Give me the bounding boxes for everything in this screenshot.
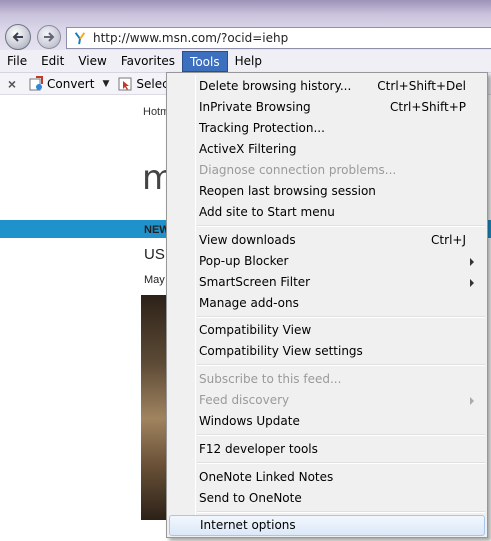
menu-separator — [197, 511, 485, 513]
menu-item-popup-blocker[interactable]: Pop-up Blocker — [169, 251, 485, 272]
menu-item-send-to-onenote[interactable]: Send to OneNote — [169, 488, 485, 509]
menu-item-shortcut: Ctrl+J — [431, 233, 466, 247]
menu-item-feed-discovery: Feed discovery — [169, 390, 485, 411]
back-button[interactable] — [5, 24, 31, 50]
convert-pdf-icon — [29, 75, 43, 90]
arrow-left-icon — [12, 32, 23, 42]
menu-item-label: Add site to Start menu — [199, 205, 335, 219]
menu-item-label: F12 developer tools — [199, 442, 318, 456]
date-text: May — [144, 274, 165, 286]
arrow-right-icon — [44, 32, 55, 42]
menu-item-view-downloads[interactable]: View downloads Ctrl+J — [169, 230, 485, 251]
menu-item-label: Send to OneNote — [199, 491, 302, 505]
menu-favorites[interactable]: Favorites — [114, 51, 182, 72]
menu-item-inprivate[interactable]: InPrivate Browsing Ctrl+Shift+P — [169, 97, 485, 118]
menu-item-label: View downloads — [199, 233, 296, 247]
menu-item-label: Tracking Protection... — [199, 121, 325, 135]
menu-item-smartscreen[interactable]: SmartScreen Filter — [169, 272, 485, 293]
menu-help[interactable]: Help — [228, 51, 269, 72]
menu-item-label: Reopen last browsing session — [199, 184, 376, 198]
menu-item-label: OneNote Linked Notes — [199, 470, 334, 484]
menu-item-windows-update[interactable]: Windows Update — [169, 411, 485, 432]
menu-separator — [197, 225, 485, 227]
menu-item-label: Diagnose connection problems... — [199, 163, 397, 177]
browser-titlebar: http://www.msn.com/?ocid=iehp — [0, 0, 491, 50]
menu-item-diagnose: Diagnose connection problems... — [169, 160, 485, 181]
menu-item-label: Compatibility View settings — [199, 344, 363, 358]
menu-item-shortcut: Ctrl+Shift+Del — [377, 79, 466, 93]
msn-butterfly-icon — [71, 29, 89, 47]
select-button[interactable]: Select — [117, 76, 173, 92]
section-heading: US — [144, 246, 165, 263]
menu-item-label: SmartScreen Filter — [199, 275, 311, 289]
submenu-arrow-icon — [470, 258, 474, 266]
menu-bar: File Edit View Favorites Tools Help — [0, 50, 491, 73]
submenu-arrow-icon — [470, 397, 474, 405]
menu-separator — [197, 434, 485, 436]
menu-item-add-to-start[interactable]: Add site to Start menu — [169, 202, 485, 223]
menu-item-tracking-protection[interactable]: Tracking Protection... — [169, 118, 485, 139]
menu-item-label: ActiveX Filtering — [199, 142, 297, 156]
forward-button[interactable] — [37, 25, 61, 49]
select-icon — [118, 77, 132, 90]
menu-item-label: Internet options — [200, 518, 296, 532]
menu-item-manage-addons[interactable]: Manage add-ons — [169, 293, 485, 314]
menu-item-compat-settings[interactable]: Compatibility View settings — [169, 341, 485, 362]
menu-item-delete-history[interactable]: Delete browsing history... Ctrl+Shift+De… — [169, 76, 485, 97]
tools-menu: Delete browsing history... Ctrl+Shift+De… — [166, 72, 488, 538]
menu-item-label: Compatibility View — [199, 323, 312, 337]
menu-item-subscribe-feed: Subscribe to this feed... — [169, 369, 485, 390]
address-bar[interactable]: http://www.msn.com/?ocid=iehp — [66, 27, 491, 49]
menu-view[interactable]: View — [71, 51, 113, 72]
menu-item-activex-filtering[interactable]: ActiveX Filtering — [169, 139, 485, 160]
menu-item-f12-tools[interactable]: F12 developer tools — [169, 439, 485, 460]
menu-edit[interactable]: Edit — [34, 51, 71, 72]
menu-item-label: Subscribe to this feed... — [199, 372, 342, 386]
convert-label: Convert — [47, 76, 95, 91]
menu-separator — [197, 462, 485, 464]
menu-item-reopen-session[interactable]: Reopen last browsing session — [169, 181, 485, 202]
menu-item-label: Pop-up Blocker — [199, 254, 289, 268]
menu-item-compat-view[interactable]: Compatibility View — [169, 320, 485, 341]
menu-file[interactable]: File — [0, 51, 34, 72]
menu-separator — [197, 316, 485, 318]
menu-item-label: Feed discovery — [199, 393, 290, 407]
menu-item-label: Manage add-ons — [199, 296, 299, 310]
menu-item-onenote-linked[interactable]: OneNote Linked Notes — [169, 467, 485, 488]
submenu-arrow-icon — [470, 279, 474, 287]
menu-tools[interactable]: Tools — [182, 50, 228, 72]
menu-item-label: Delete browsing history... — [199, 79, 352, 93]
address-url[interactable]: http://www.msn.com/?ocid=iehp — [93, 31, 288, 45]
menu-item-internet-options[interactable]: Internet options — [169, 515, 485, 536]
menu-item-label: InPrivate Browsing — [199, 100, 311, 114]
close-toolbar-icon[interactable]: × — [0, 76, 24, 92]
menu-item-shortcut: Ctrl+Shift+P — [390, 100, 466, 114]
menu-item-label: Windows Update — [199, 414, 300, 428]
chevron-down-icon[interactable]: ▼ — [102, 79, 109, 89]
convert-button[interactable]: Convert ▼ — [28, 75, 109, 92]
menu-separator — [197, 364, 485, 366]
